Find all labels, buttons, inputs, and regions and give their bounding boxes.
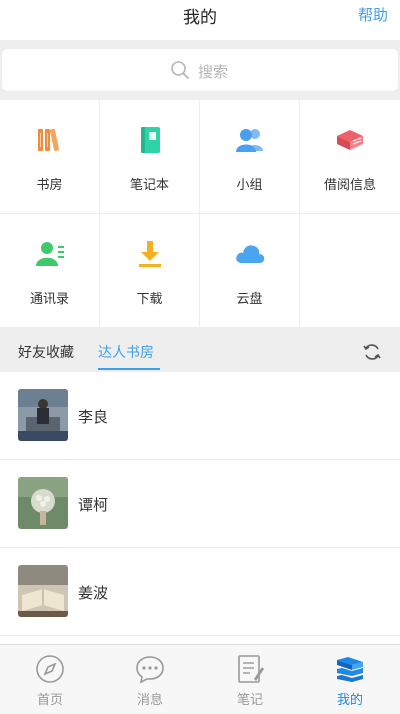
nav-me[interactable]: 我的 xyxy=(300,645,400,714)
borrow-book-icon xyxy=(337,130,363,150)
download-icon xyxy=(139,241,161,267)
nav-label: 笔记 xyxy=(236,693,263,708)
search-area: 搜索 xyxy=(0,40,400,100)
grid-item-download[interactable]: 下载 xyxy=(100,214,200,328)
avatar xyxy=(18,389,68,441)
tab-expert-study[interactable]: 达人书房 xyxy=(98,342,154,362)
avatar xyxy=(18,477,68,529)
grid-item-label: 小组 xyxy=(236,178,263,193)
refresh-icon[interactable] xyxy=(362,342,382,362)
nav-messages[interactable]: 消息 xyxy=(100,645,200,714)
search-placeholder: 搜索 xyxy=(198,63,229,81)
grid-item-borrow-info[interactable]: 借阅信息 xyxy=(300,100,400,214)
contacts-icon xyxy=(36,242,64,266)
grid-item-notebook[interactable]: 笔记本 xyxy=(100,100,200,214)
compass-icon xyxy=(36,655,64,683)
notebook-icon xyxy=(141,127,160,153)
nav-label: 消息 xyxy=(136,693,163,708)
grid-item-bookshelf[interactable]: 书房 xyxy=(0,100,100,214)
bottom-nav: 首页 消息 笔记 我的 xyxy=(0,644,400,714)
active-tab-indicator xyxy=(98,368,160,370)
user-name: 谭柯 xyxy=(78,496,109,514)
nav-notes[interactable]: 笔记 xyxy=(200,645,300,714)
grid-item-contacts[interactable]: 通讯录 xyxy=(0,214,100,328)
function-grid: 书房 笔记本 小组 借阅信息 通讯录 下载 云盘 xyxy=(0,100,400,328)
nav-label: 我的 xyxy=(336,693,363,708)
grid-item-label: 下载 xyxy=(136,292,163,307)
message-icon xyxy=(136,656,164,684)
library-tabs: 好友收藏 达人书房 xyxy=(0,328,400,372)
cloud-icon xyxy=(236,245,265,263)
header: 我的 帮助 xyxy=(0,0,400,40)
bookshelf-icon xyxy=(38,128,60,151)
user-name: 李良 xyxy=(78,408,109,426)
books-stack-icon xyxy=(337,657,363,682)
list-item[interactable]: 李良 xyxy=(0,372,400,460)
page-title: 我的 xyxy=(183,8,217,28)
grid-item-label: 通讯录 xyxy=(29,292,69,307)
grid-item-label: 书房 xyxy=(36,178,63,193)
list-item[interactable]: 姜波 xyxy=(0,548,400,636)
grid-item-cloud[interactable]: 云盘 xyxy=(200,214,300,328)
user-name: 姜波 xyxy=(78,584,109,602)
search-input[interactable]: 搜索 xyxy=(2,49,398,91)
help-button[interactable]: 帮助 xyxy=(358,4,388,25)
nav-label: 首页 xyxy=(36,693,63,708)
tab-friends-favorites[interactable]: 好友收藏 xyxy=(18,342,74,362)
grid-item-empty xyxy=(300,214,400,328)
avatar xyxy=(18,565,68,617)
search-icon xyxy=(171,61,189,79)
grid-item-label: 云盘 xyxy=(236,292,263,307)
note-icon xyxy=(238,655,264,683)
list-item[interactable]: 谭柯 xyxy=(0,460,400,548)
nav-home[interactable]: 首页 xyxy=(0,645,100,714)
group-icon xyxy=(236,129,263,152)
expert-list: 李良 谭柯 姜波 xyxy=(0,372,400,644)
grid-item-label: 借阅信息 xyxy=(323,178,376,193)
grid-item-label: 笔记本 xyxy=(129,178,169,193)
grid-item-group[interactable]: 小组 xyxy=(200,100,300,214)
